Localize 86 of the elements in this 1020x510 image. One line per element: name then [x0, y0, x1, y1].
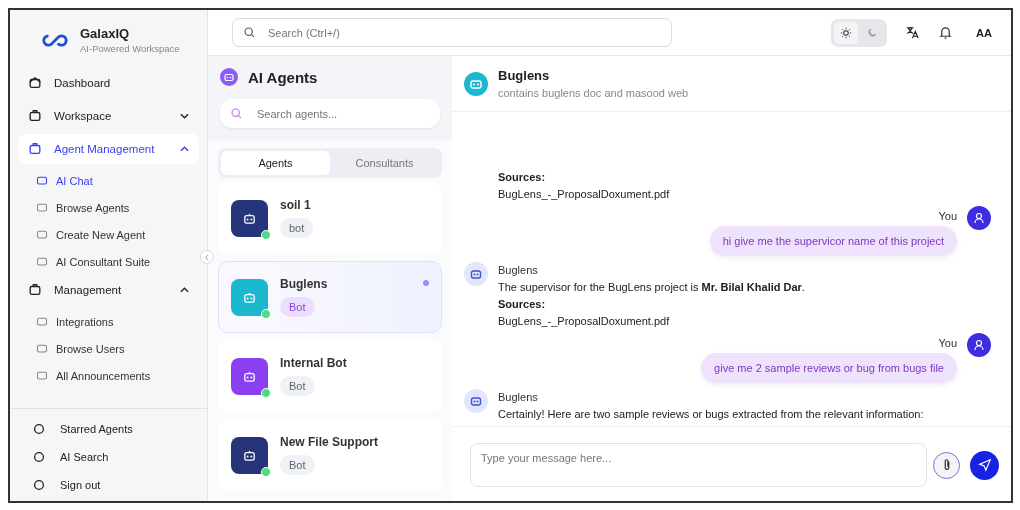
search-icon: [230, 107, 243, 120]
agent-name: New File Support: [280, 435, 378, 449]
nav-subitem[interactable]: AI Consultant Suite: [18, 248, 199, 275]
bottom-nav-item[interactable]: Starred Agents: [26, 415, 191, 443]
bottom-nav-item[interactable]: AI Search: [26, 443, 191, 471]
send-icon: [977, 458, 992, 472]
user-avatar[interactable]: AA: [971, 19, 997, 46]
bot-message: The supervisor for the BugLens project is Mr. Bilal Khalid Dar.: [498, 281, 805, 293]
bottom-nav-icon: [32, 450, 46, 464]
chevron-left-icon: [205, 253, 209, 261]
nav-subitem[interactable]: Browse Users: [18, 335, 199, 362]
sender-name: Buglens: [498, 390, 539, 403]
search-icon: [243, 26, 256, 39]
nav-icon: [28, 142, 42, 156]
user-avatar-icon: [967, 206, 991, 230]
chat-title: Buglens: [498, 68, 551, 83]
bottom-nav-item[interactable]: Sign out: [26, 471, 191, 499]
tab[interactable]: Consultants: [330, 151, 439, 175]
infinity-logo-icon: [40, 32, 70, 48]
robot-icon: [464, 71, 488, 96]
agent-tag: Bot: [280, 455, 315, 475]
chevron-icon: [180, 113, 189, 119]
agent-search-field[interactable]: Search agents...: [220, 99, 440, 128]
nav-icon: [28, 109, 42, 123]
search-input[interactable]: Search (Ctrl+/): [266, 25, 661, 40]
chevron-icon: [180, 287, 189, 293]
bot-avatar-icon: [464, 262, 488, 286]
agent-search-input[interactable]: Search agents...: [255, 106, 430, 121]
sub-nav-icon: [36, 228, 48, 241]
nav-subitem[interactable]: Integrations: [18, 308, 199, 335]
sub-nav-icon: [36, 315, 48, 328]
panel-title: AI Agents: [248, 68, 318, 86]
bot-avatar-icon: [464, 389, 488, 413]
bottom-nav-icon: [32, 422, 46, 436]
sun-button[interactable]: [834, 21, 858, 44]
chevron-icon: [180, 146, 189, 152]
nav-subitem[interactable]: Create New Agent: [18, 221, 199, 248]
agent-tag: Bot: [280, 297, 315, 317]
user-avatar-icon: [967, 333, 991, 357]
sources-label: Sources:: [498, 171, 547, 183]
chat-description: contains buglens doc and masood web: [498, 87, 689, 99]
nav-subitem[interactable]: Browse Agents: [18, 194, 199, 221]
sender-name: Buglens: [498, 263, 539, 276]
agent-name: Buglens: [280, 277, 328, 291]
nav-icon: [28, 76, 42, 90]
send-button[interactable]: [970, 450, 999, 480]
bottom-nav-icon: [32, 478, 46, 492]
sub-nav-icon: [36, 201, 48, 214]
sub-nav-icon: [36, 342, 48, 355]
robot-icon: [220, 68, 238, 86]
sender-name: You: [938, 337, 957, 349]
agent-tag: Bot: [280, 376, 315, 396]
search-field[interactable]: Search (Ctrl+/): [232, 18, 672, 47]
brand-name: GalaxIQ: [80, 26, 131, 41]
nav-icon: [28, 283, 42, 297]
nav-item[interactable]: Agent Management: [18, 134, 199, 164]
source-file: BugLens_-_ProposalDoxument.pdf: [498, 315, 671, 327]
nav-item[interactable]: Dashboard: [18, 68, 199, 98]
agent-card[interactable]: Internal Bot Bot: [218, 340, 442, 412]
agent-tag: bot: [280, 218, 314, 238]
agent-card[interactable]: Buglens Bot: [218, 261, 442, 333]
sender-name: You: [938, 210, 957, 222]
message-input[interactable]: Type your message here...: [470, 443, 927, 487]
brand-tagline: AI-Powered Workspace: [80, 43, 180, 54]
moon-icon: [866, 26, 878, 39]
agent-card[interactable]: New File Support Bot: [218, 419, 442, 491]
sun-icon: [840, 26, 852, 39]
bell-icon[interactable]: [938, 25, 953, 40]
source-file: BugLens_-_ProposalDoxument.pdf: [498, 188, 670, 200]
nav-subitem[interactable]: All Announcements: [18, 362, 199, 389]
agent-name: Internal Bot: [280, 356, 347, 370]
sub-nav-icon: [36, 255, 48, 268]
sources-label: Sources:: [498, 298, 547, 310]
translate-icon[interactable]: [905, 25, 920, 40]
agent-card[interactable]: soil 1 bot: [218, 182, 442, 254]
user-message: give me 2 sample reviews or bug from bugs file: [701, 353, 957, 383]
user-message: hi give me the supervicor name of this project: [709, 226, 957, 256]
sub-nav-icon: [36, 174, 48, 187]
agent-name: soil 1: [280, 198, 312, 212]
nav-subitem[interactable]: AI Chat: [18, 167, 199, 194]
nav-item[interactable]: Management: [18, 275, 199, 305]
bot-message: Certainly! Here are two sample reviews or bugs extracted from the relevant information:: [498, 408, 924, 420]
sub-nav-icon: [36, 369, 48, 382]
nav-item[interactable]: Workspace: [18, 101, 199, 131]
tab[interactable]: Agents: [221, 151, 330, 175]
attach-button[interactable]: [933, 451, 960, 479]
